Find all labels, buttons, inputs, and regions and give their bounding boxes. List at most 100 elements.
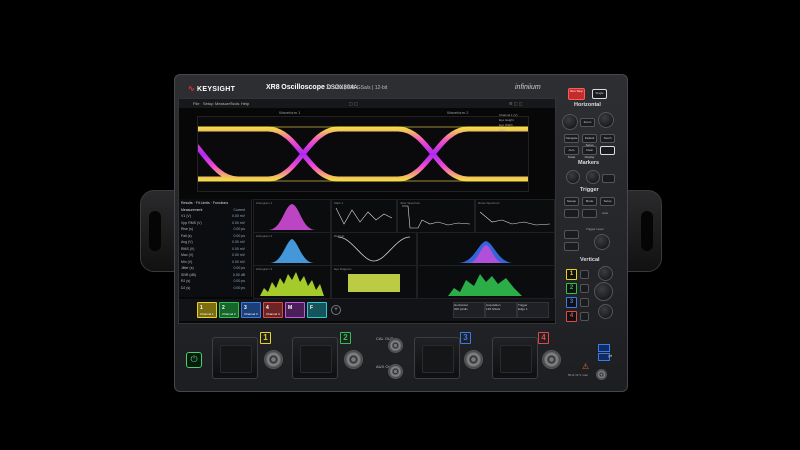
auto-scale-button[interactable]: Auto Scale	[564, 146, 579, 159]
cal-out-connector[interactable]	[388, 338, 403, 353]
meas-row: DJ (s) 0.00 ps	[181, 286, 249, 291]
vertical-section-title: Vertical	[580, 257, 600, 263]
channel-4-bnc[interactable]	[542, 350, 561, 369]
trigger-level-knob[interactable]	[594, 234, 610, 250]
vertical-ch2-select[interactable]	[580, 284, 589, 293]
channel-4-tile[interactable]: 4 Channel 4	[263, 302, 283, 318]
menu-tools[interactable]: Tools	[230, 101, 239, 106]
single-button[interactable]: Single	[592, 89, 607, 99]
aux-out-connector[interactable]	[388, 364, 403, 379]
waveform1-title: Waveform 1	[279, 110, 301, 115]
noise-spectrum-plot[interactable]: Noise Spectrum	[475, 199, 555, 233]
vertical-offset-knob[interactable]	[598, 304, 613, 319]
channel-1-tile[interactable]: 1 Channel 1	[197, 302, 217, 318]
mode-button[interactable]: Mode	[582, 197, 597, 206]
probe-port-1[interactable]	[212, 337, 258, 379]
spec-strip: 33 GHz | 128 GSa/s | 12-bit	[326, 85, 388, 91]
toolbar-icons: ▢ ▢	[349, 101, 358, 106]
meas-name: Jitter (s)	[181, 266, 194, 270]
vertical-ch3-button[interactable]: 3	[566, 297, 577, 308]
display-screen[interactable]: File Setup Measure Tools Help ▢ ▢ ⚙ ▢ ▢ …	[178, 98, 556, 324]
trigger-box[interactable]: Trigger Edge 1	[517, 302, 549, 318]
meas-name: SNR (dB)	[181, 272, 196, 277]
navigate-button[interactable]: Navigate	[564, 134, 579, 143]
meas-row: SNR (dB) 0.00 dB	[181, 273, 249, 278]
default-setup-button[interactable]: Default Setup	[582, 134, 597, 147]
trigger-button-b[interactable]	[564, 242, 579, 251]
meas-value: 0.00 mV	[231, 214, 245, 218]
histogram-plot-4[interactable]	[417, 232, 555, 266]
vertical-main-knob[interactable]	[594, 282, 613, 301]
meas-header-row: Measurement Current	[181, 208, 245, 212]
function-tile[interactable]: F	[307, 302, 327, 318]
probe-port-4[interactable]	[492, 337, 538, 379]
meas-value: 0.00 ps	[233, 285, 245, 290]
horizontal-box[interactable]: Horizontal 200 ps/div	[453, 302, 485, 318]
trigger-button-a[interactable]	[564, 230, 579, 239]
center-plot[interactable]: Math 1	[331, 199, 397, 233]
channel-2-bnc[interactable]	[344, 350, 363, 369]
histogram-plot-5[interactable]	[417, 265, 555, 299]
channel-2-tile[interactable]: 2 Channel 2	[219, 302, 239, 318]
acquisition-box[interactable]: Acquisition 128 GSa/s	[485, 302, 517, 318]
run-stop-button[interactable]: Run Stop	[568, 88, 585, 100]
menu-measure[interactable]: Measure	[215, 101, 231, 106]
meas-row: Vpp RMS (V) 0.00 mV	[181, 221, 249, 226]
meas-name: V1 (V)	[181, 214, 191, 218]
trigger-extra-button-2[interactable]	[582, 209, 597, 218]
trigger-extra-button-1[interactable]	[564, 209, 579, 218]
sweep-button[interactable]: Sweep	[564, 197, 579, 206]
probe-port-3[interactable]	[414, 337, 460, 379]
toolbar-right: ⚙ ▢ ▢	[509, 101, 523, 106]
vertical-ch1-select[interactable]	[580, 270, 589, 279]
meas-value: 0.00 mV	[231, 240, 245, 244]
left-handle	[140, 190, 176, 272]
marker-a-knob[interactable]	[566, 170, 580, 184]
front-inputs: ⏻ 1 2 CAL OUT AUX OUT 3 4	[176, 326, 624, 388]
handle-slot	[641, 211, 653, 251]
eye-diagram[interactable]	[197, 116, 529, 192]
histogram-plot-1[interactable]: Histogram 1	[253, 199, 331, 233]
channel-3-bnc[interactable]	[464, 350, 483, 369]
markers-button[interactable]	[602, 174, 615, 183]
trigger-setup-button[interactable]: Setup	[600, 197, 615, 206]
touch-button[interactable]: Touch	[600, 134, 615, 143]
vertical-scale-knob[interactable]	[598, 266, 613, 281]
jitter-spectrum-plot[interactable]: Jitter Spectrum	[397, 199, 475, 233]
auto-force-label: Auto	[602, 211, 609, 215]
bathtub-plot[interactable]: Bathtub	[331, 232, 417, 266]
channel-1-number: 1	[260, 332, 271, 344]
meas-value: 0.00 ps	[233, 227, 245, 231]
vertical-ch2-button[interactable]: 2	[566, 283, 577, 294]
center-eye-plot[interactable]: Eye Diagram	[331, 265, 417, 299]
vertical-ch1-button[interactable]: 1	[566, 269, 577, 280]
eye-traces	[198, 126, 528, 182]
histogram-plot-3[interactable]: Histogram 3	[253, 265, 331, 299]
zoom-button[interactable]: Zoom	[580, 118, 595, 127]
probe-port-2[interactable]	[292, 337, 338, 379]
menu-setup[interactable]: Setup	[203, 101, 213, 106]
channel-3-tile[interactable]: 3 Channel 3	[241, 302, 261, 318]
channel-1-bnc[interactable]	[264, 350, 283, 369]
clear-display-button[interactable]: Clear Display	[582, 146, 597, 159]
marker-b-knob[interactable]	[586, 170, 600, 184]
vertical-ch3-select[interactable]	[580, 298, 589, 307]
menu-file[interactable]: File	[193, 101, 199, 106]
horizontal-position-knob[interactable]	[598, 112, 614, 128]
menu-help[interactable]: Help	[241, 101, 249, 106]
add-channel-icon[interactable]: +	[331, 305, 341, 315]
histogram-plot-2[interactable]: Histogram 2	[253, 232, 331, 266]
horizontal-scale-knob[interactable]	[562, 114, 578, 130]
meas-row: Max (V) 0.00 mV	[181, 253, 249, 258]
quick-action-button[interactable]	[600, 146, 615, 155]
vertical-ch4-button[interactable]: 4	[566, 311, 577, 322]
trigger-section-title: Trigger	[580, 187, 599, 193]
power-button[interactable]: ⏻	[186, 352, 202, 368]
right-handle	[626, 190, 662, 272]
eye-x-axis	[197, 192, 527, 196]
math-tile[interactable]: M	[285, 302, 305, 318]
measurement-table[interactable]: Results · Fit Limits · Functions Measure…	[179, 199, 252, 297]
meas-value: 0.00 ps	[233, 233, 245, 238]
vertical-ch4-select[interactable]	[580, 312, 589, 321]
meas-value: 0.00 dB	[232, 272, 245, 277]
